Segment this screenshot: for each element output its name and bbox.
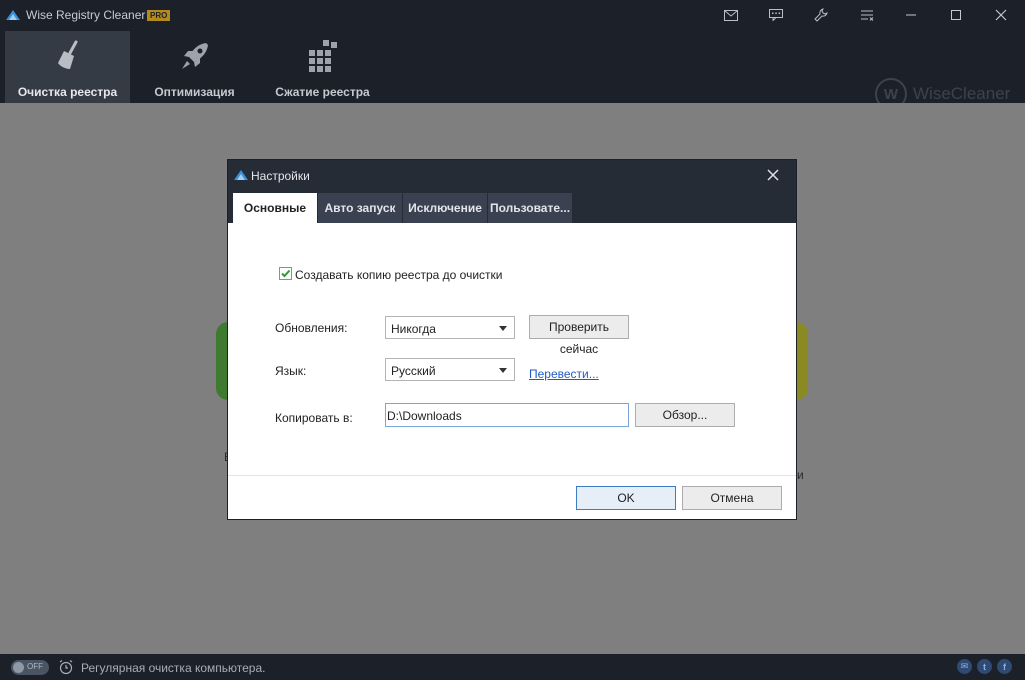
- language-label: Язык:: [275, 364, 307, 378]
- mail-icon: [724, 9, 738, 21]
- status-text: Регулярная очистка компьютера.: [81, 661, 266, 675]
- facebook-icon[interactable]: f: [997, 659, 1012, 674]
- copy-to-label: Копировать в:: [275, 411, 353, 425]
- updates-label: Обновления:: [275, 321, 348, 335]
- backup-checkbox[interactable]: [279, 267, 292, 280]
- app-logo-icon: [6, 10, 20, 20]
- message-icon: [769, 9, 783, 21]
- tab-exclusions[interactable]: Исключение: [403, 193, 487, 223]
- backup-checkbox-label: Создавать копию реестра до очистки: [295, 268, 503, 282]
- tools-button[interactable]: [810, 5, 832, 25]
- maximize-button[interactable]: [945, 5, 967, 25]
- toggle-knob: [13, 662, 24, 673]
- toggle-state: OFF: [27, 662, 43, 671]
- rocket-icon: [181, 43, 208, 69]
- main-toolbar: Очистка реестра Оптимизация Сжатие реест…: [0, 30, 1025, 110]
- pro-badge: PRO: [147, 10, 171, 21]
- updates-select[interactable]: Никогда: [385, 316, 515, 339]
- dialog-title: Настройки: [251, 169, 310, 183]
- close-button[interactable]: [990, 5, 1012, 25]
- maximize-icon: [951, 10, 961, 20]
- alarm-clock-icon[interactable]: [58, 659, 74, 675]
- mail-button[interactable]: [720, 5, 742, 25]
- dialog-header: Настройки Основные Авто запуск Исключени…: [228, 160, 796, 223]
- language-select[interactable]: Русский: [385, 358, 515, 381]
- feedback-button[interactable]: [765, 5, 787, 25]
- minimize-icon: [906, 14, 916, 16]
- app-title: Wise Registry Cleaner X: [26, 8, 157, 22]
- tool-label: Очистка реестра: [17, 85, 118, 99]
- app-logo-icon: [234, 170, 248, 180]
- language-value: Русский: [391, 364, 436, 378]
- tab-autorun[interactable]: Авто запуск: [318, 193, 402, 223]
- ok-button[interactable]: OK: [576, 486, 676, 510]
- broom-icon: [57, 40, 77, 69]
- cancel-button[interactable]: Отмена: [682, 486, 782, 510]
- dialog-divider: [228, 475, 796, 476]
- tool-label: Сжатие реестра: [275, 85, 370, 99]
- menu-icon: [861, 10, 874, 21]
- close-icon: [995, 9, 1007, 21]
- checkmark-icon: [281, 269, 291, 278]
- chevron-down-icon: [499, 326, 507, 331]
- brand-name: WiseCleaner: [913, 84, 1011, 103]
- title-bar: Wise Registry Cleaner X PRO: [0, 0, 1025, 30]
- scan-gauge-right: [796, 322, 808, 400]
- close-icon[interactable]: [764, 166, 782, 184]
- tab-custom[interactable]: Пользовате...: [488, 193, 572, 223]
- chevron-down-icon: [499, 368, 507, 373]
- tool-optimization[interactable]: Оптимизация: [132, 31, 257, 103]
- tab-general[interactable]: Основные: [233, 193, 317, 223]
- minimize-button[interactable]: [900, 5, 922, 25]
- tool-registry-defrag[interactable]: Сжатие реестра: [260, 31, 385, 103]
- settings-dialog: Настройки Основные Авто запуск Исключени…: [227, 159, 797, 520]
- updates-value: Никогда: [391, 322, 436, 336]
- check-now-button[interactable]: Проверить сейчас: [529, 315, 629, 356]
- wrench-icon: [814, 8, 828, 22]
- blocks-icon: [308, 40, 337, 72]
- copy-to-path-input[interactable]: D:\Downloads: [385, 403, 629, 427]
- mail-icon[interactable]: ✉: [957, 659, 972, 674]
- browse-button[interactable]: Обзор...: [635, 403, 735, 427]
- scheduled-cleaning-toggle[interactable]: OFF: [11, 660, 49, 675]
- twitter-icon[interactable]: t: [977, 659, 992, 674]
- tool-registry-cleaner[interactable]: Очистка реестра: [5, 31, 130, 103]
- translate-link[interactable]: Перевести...: [529, 367, 599, 381]
- background-text: и: [797, 468, 804, 482]
- tool-label: Оптимизация: [154, 85, 235, 99]
- menu-button[interactable]: [856, 5, 878, 25]
